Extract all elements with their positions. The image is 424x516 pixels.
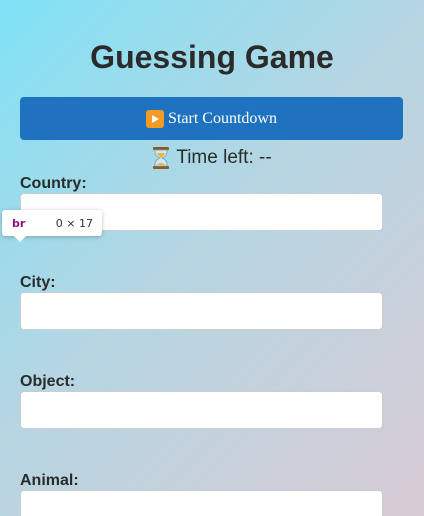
devtools-element-tooltip: br 0 × 17: [2, 210, 102, 242]
start-countdown-label: Start Countdown: [168, 109, 277, 127]
object-label: Object:: [20, 373, 76, 390]
page-title: Guessing Game: [90, 39, 334, 75]
country-label: Country:: [20, 175, 87, 192]
city-label: City:: [20, 274, 56, 291]
timer-text: Time left: --: [176, 147, 272, 168]
hourglass-icon: [152, 147, 170, 169]
object-input[interactable]: [20, 391, 383, 429]
animal-label: Animal:: [20, 472, 79, 489]
timer-display: Time left: --: [0, 146, 424, 170]
tooltip-tag-name: br: [12, 216, 26, 230]
start-countdown-button[interactable]: Start Countdown: [20, 97, 403, 140]
animal-input[interactable]: [20, 490, 383, 516]
city-input[interactable]: [20, 292, 383, 330]
tooltip-dimensions: 0 × 17: [55, 216, 93, 230]
play-button-icon: [146, 109, 165, 128]
